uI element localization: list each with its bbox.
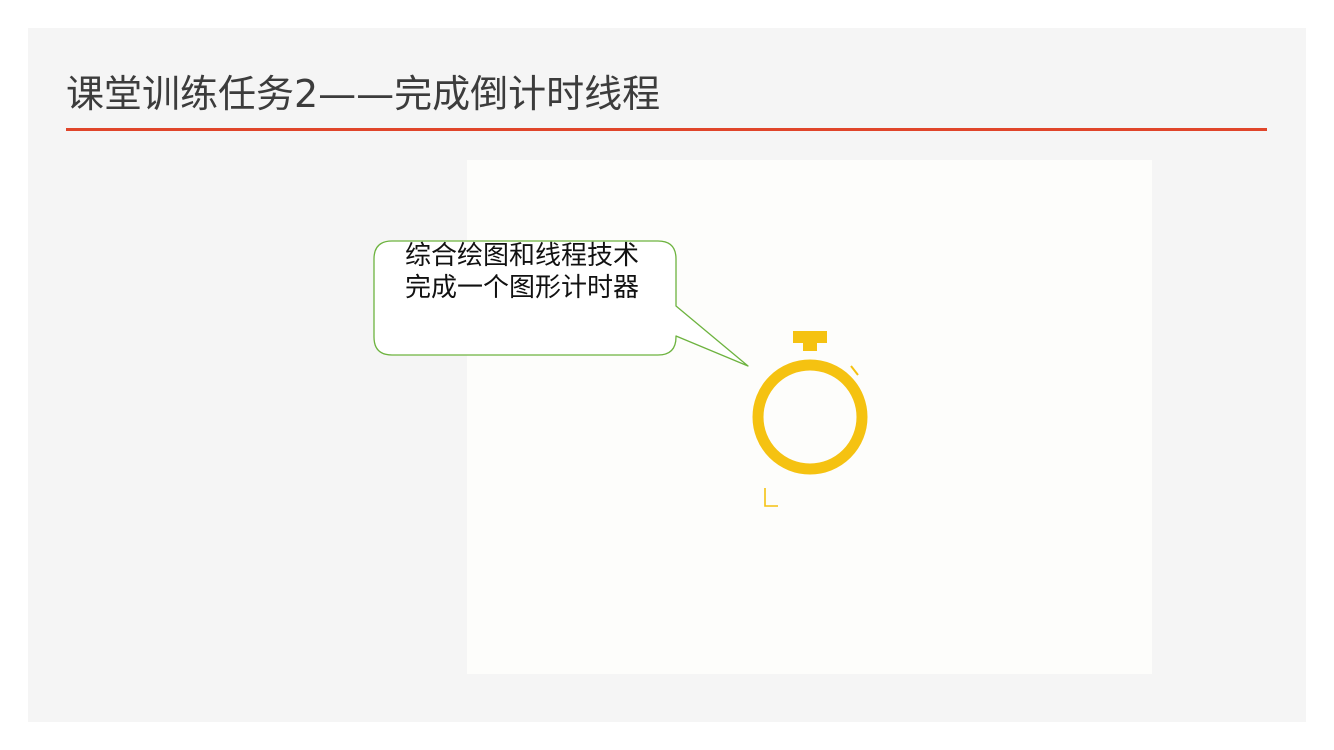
stopwatch-stem-icon	[803, 341, 817, 351]
callout-line-2: 完成一个图形计时器	[404, 273, 639, 303]
stopwatch-corner-mark-icon	[764, 488, 778, 507]
callout-text: 综合绘图和线程技术 完成一个图形计时器	[372, 240, 672, 304]
title-underline	[66, 128, 1267, 131]
stopwatch-tick-icon	[850, 365, 859, 376]
slide-title: 课堂训练任务2——完成倒计时线程	[66, 72, 661, 116]
stopwatch-ring-icon	[752, 359, 868, 475]
stopwatch-icon	[752, 331, 868, 507]
callout-line-1: 综合绘图和线程技术	[404, 241, 639, 271]
